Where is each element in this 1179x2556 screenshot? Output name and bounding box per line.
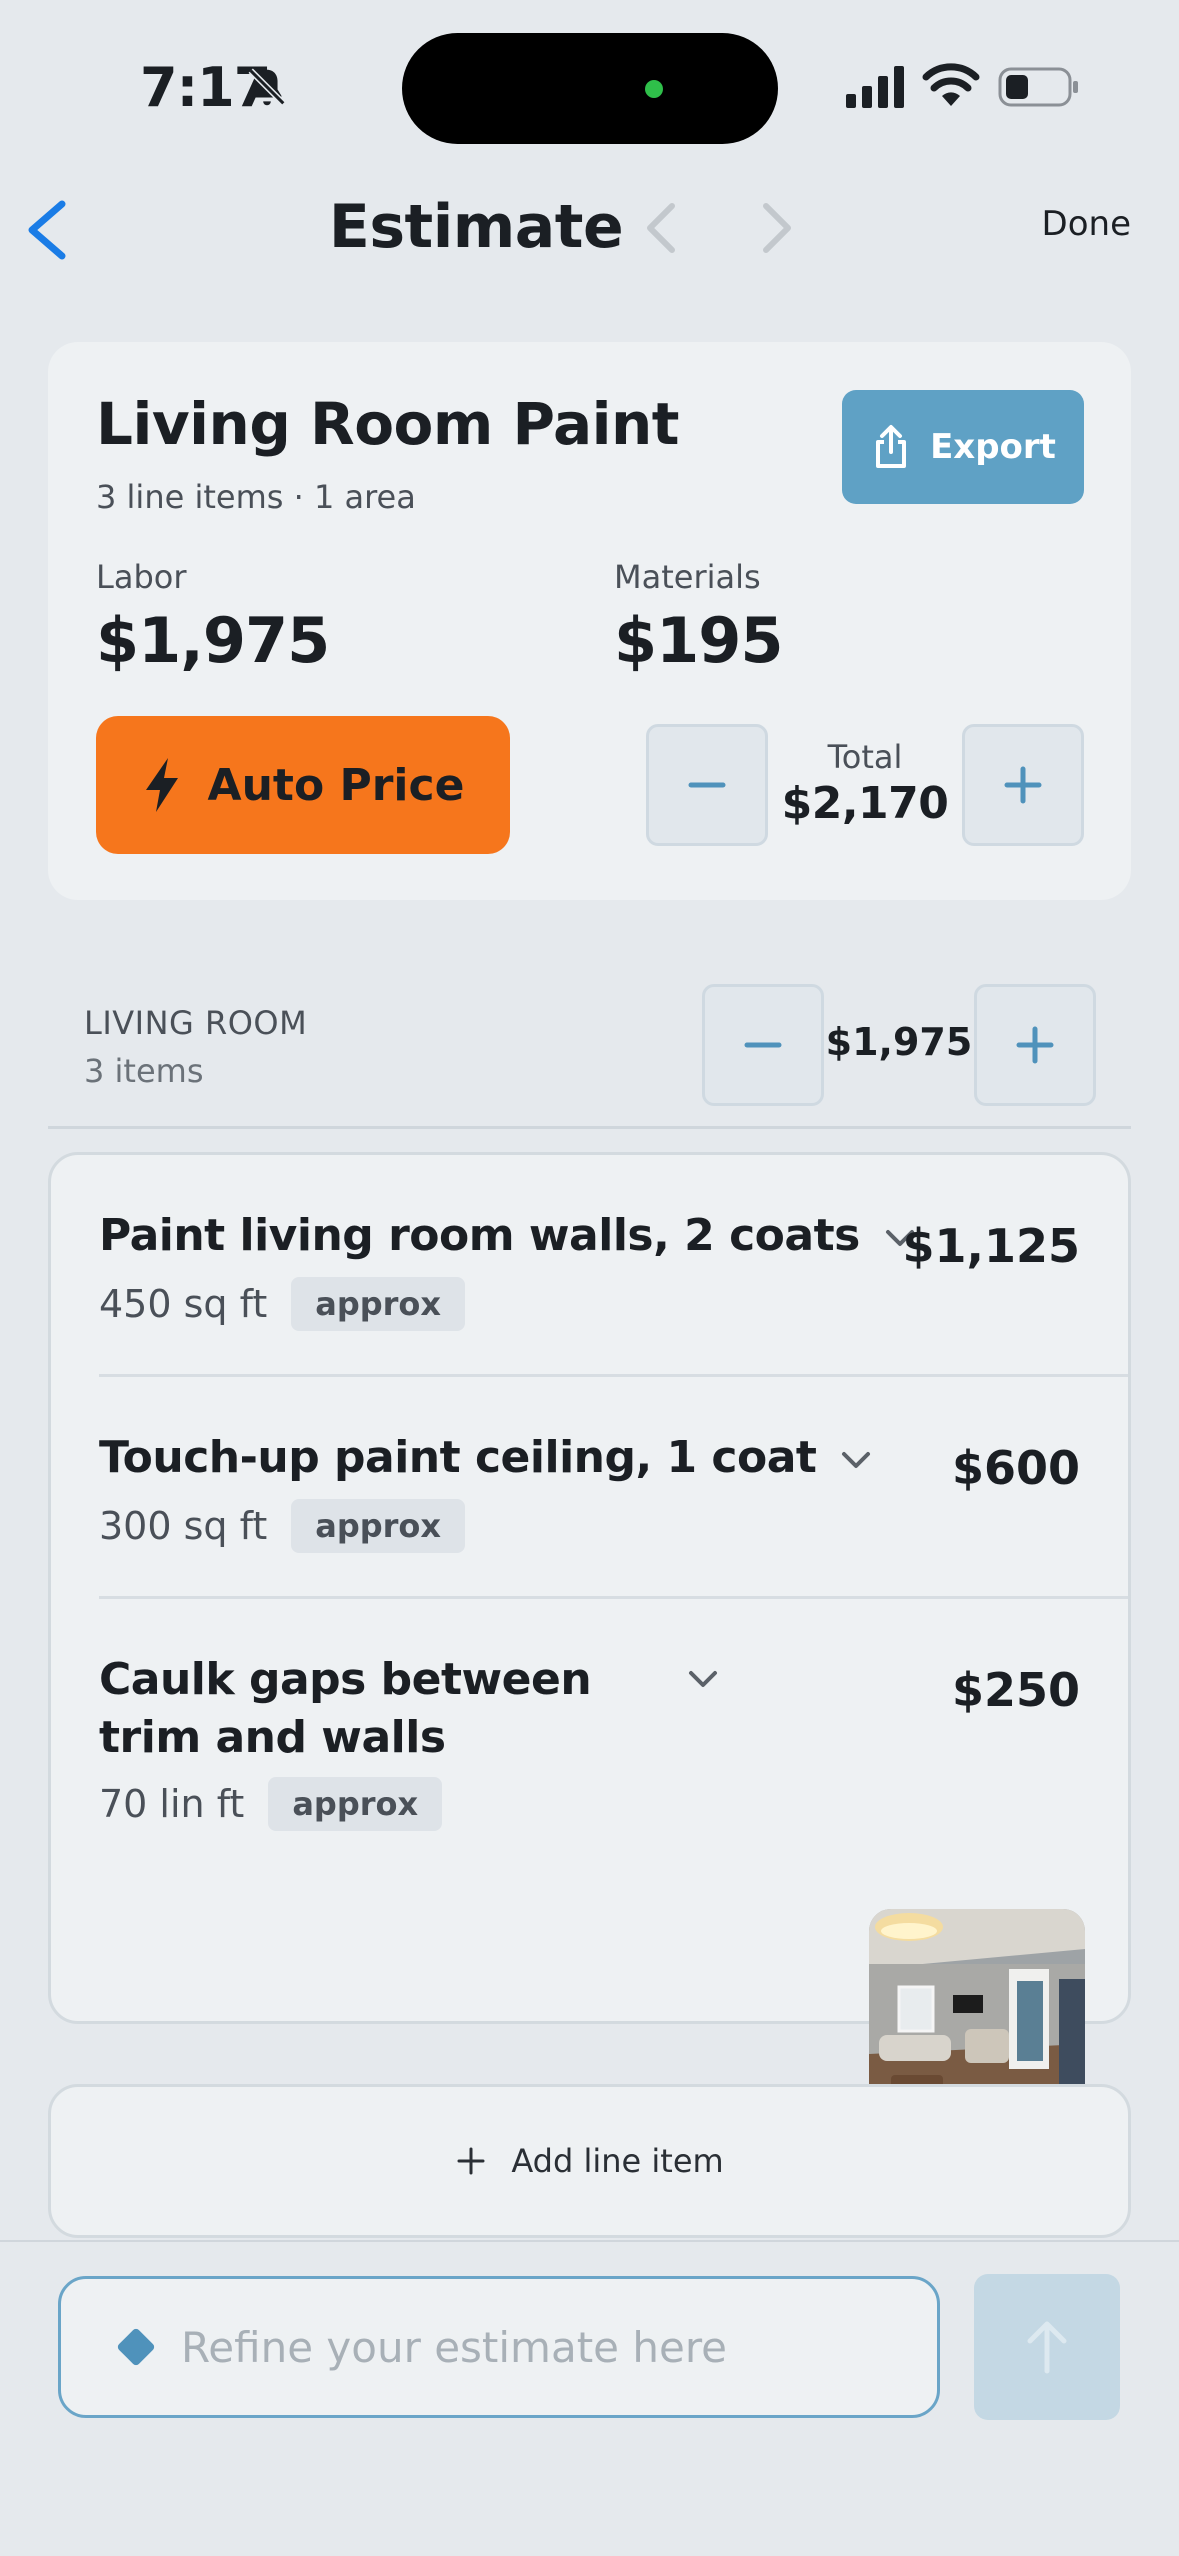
dynamic-island [402, 33, 778, 144]
previous-chevron-icon[interactable] [636, 196, 686, 260]
line-item-price: $250 [951, 1663, 1080, 1717]
line-items-card: Paint living room walls, 2 coats 450 sq … [48, 1152, 1131, 2125]
arrow-up-icon [1027, 2321, 1067, 2374]
line-item-quantity-row: 450 sq ft approx [99, 1277, 466, 1331]
materials-value: $195 [614, 604, 784, 677]
line-item-title[interactable]: Touch-up paint ceiling, 1 coat [99, 1429, 874, 1487]
approx-badge: approx [268, 1777, 443, 1831]
total-decrease-button[interactable] [646, 724, 768, 846]
total-value: $2,170 [781, 778, 949, 829]
labor-value: $1,975 [96, 604, 330, 677]
diamond-icon [117, 2328, 155, 2366]
export-button[interactable]: Export [842, 390, 1084, 504]
approx-badge: approx [291, 1499, 466, 1553]
line-item-title-text: Touch-up paint ceiling, 1 coat [99, 1432, 817, 1483]
minus-icon [688, 782, 726, 788]
section-increase-button[interactable] [974, 984, 1096, 1106]
total-increase-button[interactable] [962, 724, 1084, 846]
send-button[interactable] [974, 2274, 1120, 2420]
line-item[interactable]: Paint living room walls, 2 coats 450 sq … [51, 1155, 1128, 1377]
chevron-down-icon[interactable] [838, 1448, 874, 1472]
bell-slash-icon [248, 68, 286, 106]
total-label: Total [827, 738, 903, 776]
line-item-quantity: 300 sq ft [99, 1504, 268, 1548]
line-item-title-text: Caulk gaps between trim and walls [99, 1654, 592, 1763]
project-subtitle: 3 line items · 1 area [96, 478, 416, 516]
plus-icon [457, 2147, 485, 2175]
line-item-quantity: 70 lin ft [99, 1782, 245, 1826]
line-item-price: $600 [951, 1441, 1080, 1495]
line-item[interactable]: Caulk gaps between trim and walls 70 lin… [51, 1599, 1128, 2125]
auto-price-label: Auto Price [207, 759, 465, 811]
section-decrease-button[interactable] [702, 984, 824, 1106]
export-label: Export [930, 427, 1056, 467]
plus-icon [1004, 766, 1042, 804]
line-item-title[interactable]: Paint living room walls, 2 coats [99, 1207, 918, 1265]
line-item-quantity-row: 70 lin ft approx [99, 1777, 443, 1831]
line-item-price: $1,125 [902, 1219, 1080, 1273]
bolt-icon [145, 758, 178, 812]
battery-icon [998, 67, 1078, 107]
line-item[interactable]: Touch-up paint ceiling, 1 coat 300 sq ft… [51, 1377, 1128, 1599]
page-title: Estimate [328, 192, 624, 262]
labor-label: Labor [96, 558, 187, 596]
section-item-count: 3 items [84, 1052, 204, 1090]
signal-icon [846, 66, 904, 108]
section-total: $1,975 [825, 1020, 973, 1064]
estimate-summary-card: Living Room Paint 3 line items · 1 area … [48, 342, 1131, 900]
next-chevron-icon[interactable] [752, 196, 802, 260]
line-item-quantity: 450 sq ft [99, 1282, 268, 1326]
section-divider [48, 1126, 1131, 1129]
line-item-quantity-row: 300 sq ft approx [99, 1499, 466, 1553]
done-button[interactable]: Done [1042, 204, 1131, 244]
refine-estimate-input[interactable]: Refine your estimate here [58, 2276, 940, 2418]
project-name: Living Room Paint [96, 390, 680, 458]
line-item-title-text: Paint living room walls, 2 coats [99, 1210, 860, 1261]
line-item-title[interactable]: Caulk gaps between trim and walls [99, 1651, 717, 1767]
plus-icon [1016, 1026, 1054, 1064]
status-bar: 7:17 [0, 0, 1179, 170]
share-icon [876, 425, 907, 468]
add-line-item-label: Add line item [511, 2142, 724, 2180]
recording-indicator [645, 80, 663, 98]
approx-badge: approx [291, 1277, 466, 1331]
add-line-item-button[interactable]: Add line item [48, 2084, 1131, 2238]
minus-icon [744, 1042, 782, 1048]
wifi-icon [922, 63, 980, 106]
section-name: LIVING ROOM [84, 1004, 308, 1042]
materials-label: Materials [614, 558, 761, 596]
auto-price-button[interactable]: Auto Price [96, 716, 510, 854]
chevron-down-icon[interactable] [685, 1667, 721, 1691]
refine-placeholder: Refine your estimate here [181, 2322, 727, 2372]
